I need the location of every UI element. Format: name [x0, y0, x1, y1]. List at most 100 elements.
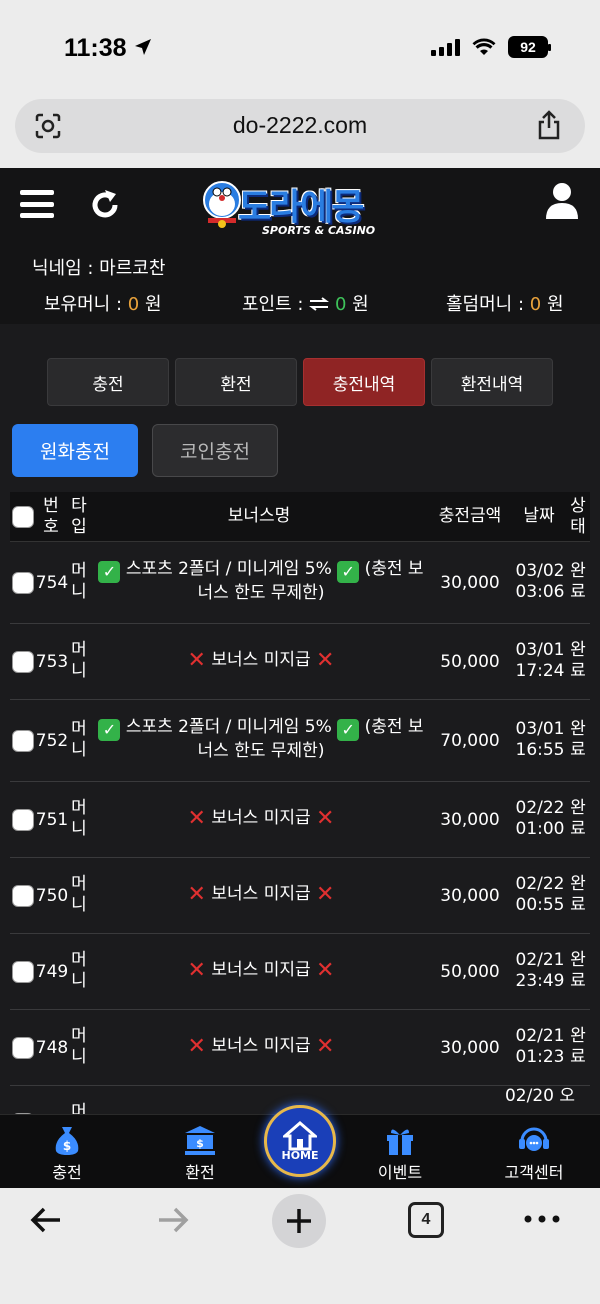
row-checkbox[interactable]	[12, 651, 34, 673]
row-status: 완 료	[570, 561, 586, 602]
address-bar[interactable]: do-2222.com	[15, 99, 585, 153]
gift-icon	[387, 1129, 413, 1155]
header-number: 번 호	[43, 496, 59, 537]
row-date: 02/22 00:55	[515, 874, 565, 915]
nav-charge[interactable]: $ 충전	[7, 1121, 127, 1183]
browser-toolbar: 4	[0, 1188, 600, 1304]
table-body: 754 머 니 ✓ 스포츠 2폴더 / 미니게임 5% ✓ (충전 보 너스 한도 무…	[10, 542, 590, 1114]
row-number: 750	[35, 885, 69, 906]
cross-mark-icon: ✕	[316, 958, 335, 983]
money-bag-icon: $	[55, 1127, 79, 1155]
row-date: 02/22 01:00	[515, 798, 565, 839]
nav-event[interactable]: 이벤트	[340, 1121, 460, 1183]
point-balance: 포인트 : 0 원	[242, 294, 369, 315]
header-status: 상 태	[570, 496, 586, 537]
holdem-value: 0	[529, 294, 542, 315]
row-status: 완 료	[570, 640, 586, 681]
hamburger-menu-icon[interactable]	[20, 190, 54, 218]
row-type: 머 니	[71, 798, 87, 839]
row-bonus: ✓ 스포츠 2폴더 / 미니게임 5% ✓ (충전 보 너스 한도 무제한)	[94, 717, 428, 762]
clock: 11:38	[64, 34, 127, 62]
headset-support-icon	[519, 1127, 549, 1151]
row-date: 02/20 오	[504, 1086, 576, 1106]
forward-arrow-icon[interactable]	[155, 1202, 191, 1238]
row-amount: 30,000	[440, 572, 500, 593]
point-value: 0	[334, 294, 347, 315]
share-icon[interactable]	[535, 109, 563, 141]
charge-history-content: 충전 환전 충전내역 환전내역 원화충전 코인충전 번 호 타 입 보너스명 충…	[0, 324, 600, 1114]
tab-exchange[interactable]: 환전	[175, 358, 297, 406]
check-mark-icon: ✓	[337, 560, 360, 583]
svg-text:$: $	[63, 1139, 71, 1153]
table-row[interactable]: 749 머 니 ✕ 보너스 미지급 ✕ 50,000 02/21 23:49 완 료	[10, 934, 590, 1010]
table-row[interactable]: 752 머 니 ✓ 스포츠 2폴더 / 미니게임 5% ✓ (충전 보 너스 한도 무…	[10, 700, 590, 782]
logo-subtitle: SPORTS & CASINO	[262, 224, 376, 237]
tabs-button[interactable]: 4	[408, 1202, 444, 1238]
tab-charge[interactable]: 충전	[47, 358, 169, 406]
charge-history-table: 번 호 타 입 보너스명 충전금액 날짜 상 태 754 머 니 ✓ 스포츠 2폴더…	[10, 492, 590, 1114]
row-type: 머	[71, 1102, 87, 1114]
header-date: 날짜	[523, 506, 555, 526]
new-tab-button[interactable]	[272, 1194, 326, 1248]
row-checkbox[interactable]	[12, 572, 34, 594]
header-amount: 충전금액	[438, 506, 502, 526]
row-status: 완 료	[570, 798, 586, 839]
cross-mark-icon: ✕	[316, 882, 335, 907]
row-type: 머 니	[71, 561, 87, 602]
bank-icon: $	[185, 1126, 215, 1155]
exchange-arrows-icon[interactable]	[309, 297, 330, 311]
row-checkbox[interactable]	[12, 885, 34, 907]
table-row[interactable]: 750 머 니 ✕ 보너스 미지급 ✕ 30,000 02/22 00:55 완 료	[10, 858, 590, 934]
table-row[interactable]: 751 머 니 ✕ 보너스 미지급 ✕ 30,000 02/22 01:00 완 료	[10, 782, 590, 858]
home-button[interactable]: HOME	[264, 1105, 336, 1177]
row-checkbox[interactable]	[12, 1037, 34, 1059]
row-number: 749	[35, 961, 69, 982]
row-amount: 50,000	[440, 651, 500, 672]
nav-support[interactable]: 고객센터	[474, 1121, 594, 1183]
cross-mark-icon: ✕	[187, 648, 206, 673]
row-date: 03/02 03:06	[515, 561, 565, 602]
nav-support-label: 고객센터	[504, 1163, 564, 1182]
row-status: 완 료	[570, 719, 586, 760]
tab-charge-history[interactable]: 충전내역	[303, 358, 425, 406]
site-logo[interactable]: 도라에몽 SPORTS & CASINO	[200, 178, 400, 242]
home-icon	[283, 1120, 317, 1150]
plus-icon	[287, 1209, 311, 1233]
row-type: 머 니	[71, 1026, 87, 1067]
ios-status-bar: 11:38 92	[0, 0, 600, 92]
cross-mark-icon: ✕	[187, 958, 206, 983]
table-row[interactable]: 753 머 니 ✕ 보너스 미지급 ✕ 50,000 03/01 17:24 완 료	[10, 624, 590, 700]
money-value: 0	[127, 294, 140, 315]
row-date: 03/01 16:55	[515, 719, 565, 760]
won-charge-button[interactable]: 원화충전	[12, 424, 138, 477]
row-date: 02/21 23:49	[515, 950, 565, 991]
row-status: 완 료	[570, 874, 586, 915]
row-number: 748	[35, 1037, 69, 1058]
user-profile-icon[interactable]	[544, 182, 580, 220]
row-date: 02/21 01:23	[515, 1026, 565, 1067]
nav-exchange[interactable]: $ 환전	[140, 1121, 260, 1183]
coin-charge-button[interactable]: 코인충전	[152, 424, 278, 477]
tab-exchange-history[interactable]: 환전내역	[431, 358, 553, 406]
cellular-signal-icon	[431, 38, 460, 56]
more-options-icon[interactable]	[524, 1214, 560, 1224]
row-bonus: ✕ 보너스 미지급 ✕	[187, 882, 335, 907]
cross-mark-icon: ✕	[187, 1034, 206, 1059]
row-checkbox[interactable]	[12, 809, 34, 831]
wifi-icon	[472, 38, 496, 55]
row-status: 완 료	[570, 1026, 586, 1067]
back-arrow-icon[interactable]	[28, 1202, 64, 1238]
refresh-icon[interactable]	[88, 188, 122, 222]
row-checkbox[interactable]	[12, 730, 34, 752]
row-amount: 50,000	[440, 961, 500, 982]
row-checkbox[interactable]	[12, 961, 34, 983]
select-all-checkbox[interactable]	[12, 506, 34, 528]
cross-mark-icon: ✕	[316, 648, 335, 673]
cross-mark-icon: ✕	[316, 806, 335, 831]
svg-text:$: $	[196, 1137, 204, 1150]
browser-address-area: do-2222.com	[0, 92, 600, 168]
table-row[interactable]: 754 머 니 ✓ 스포츠 2폴더 / 미니게임 5% ✓ (충전 보 너스 한도 무…	[10, 542, 590, 624]
check-mark-icon: ✓	[98, 718, 121, 741]
table-row[interactable]: 748 머 니 ✕ 보너스 미지급 ✕ 30,000 02/21 01:23 완 료	[10, 1010, 590, 1086]
row-amount: 30,000	[440, 809, 500, 830]
